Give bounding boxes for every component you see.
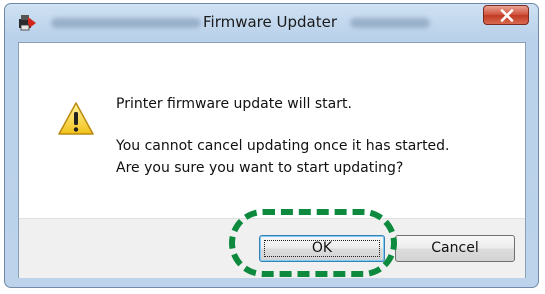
message-area: Printer firmware update will start. You … bbox=[19, 43, 525, 218]
dialog-client-area: Printer firmware update will start. You … bbox=[18, 42, 526, 278]
title-bar[interactable]: Firmware Updater bbox=[5, 4, 538, 42]
ok-button-label: OK bbox=[311, 240, 333, 256]
message-line-3: Are you sure you want to start updating? bbox=[116, 160, 404, 176]
cancel-button-label: Cancel bbox=[431, 240, 479, 256]
message-line-2: You cannot cancel updating once it has s… bbox=[116, 138, 450, 154]
close-button[interactable] bbox=[483, 5, 529, 25]
firmware-updater-dialog: Firmware Updater Printer firmware update… bbox=[4, 3, 539, 288]
button-bar: OK Cancel bbox=[19, 218, 525, 278]
ok-button[interactable]: OK bbox=[259, 235, 385, 262]
printer-app-icon bbox=[17, 13, 37, 33]
blurred-title-suffix bbox=[350, 18, 430, 28]
warning-icon bbox=[57, 101, 95, 137]
blurred-title-prefix bbox=[51, 18, 201, 28]
close-x-icon bbox=[500, 9, 514, 22]
cancel-button[interactable]: Cancel bbox=[395, 235, 515, 262]
window-title: Firmware Updater bbox=[203, 13, 338, 31]
message-line-1: Printer firmware update will start. bbox=[116, 96, 352, 112]
